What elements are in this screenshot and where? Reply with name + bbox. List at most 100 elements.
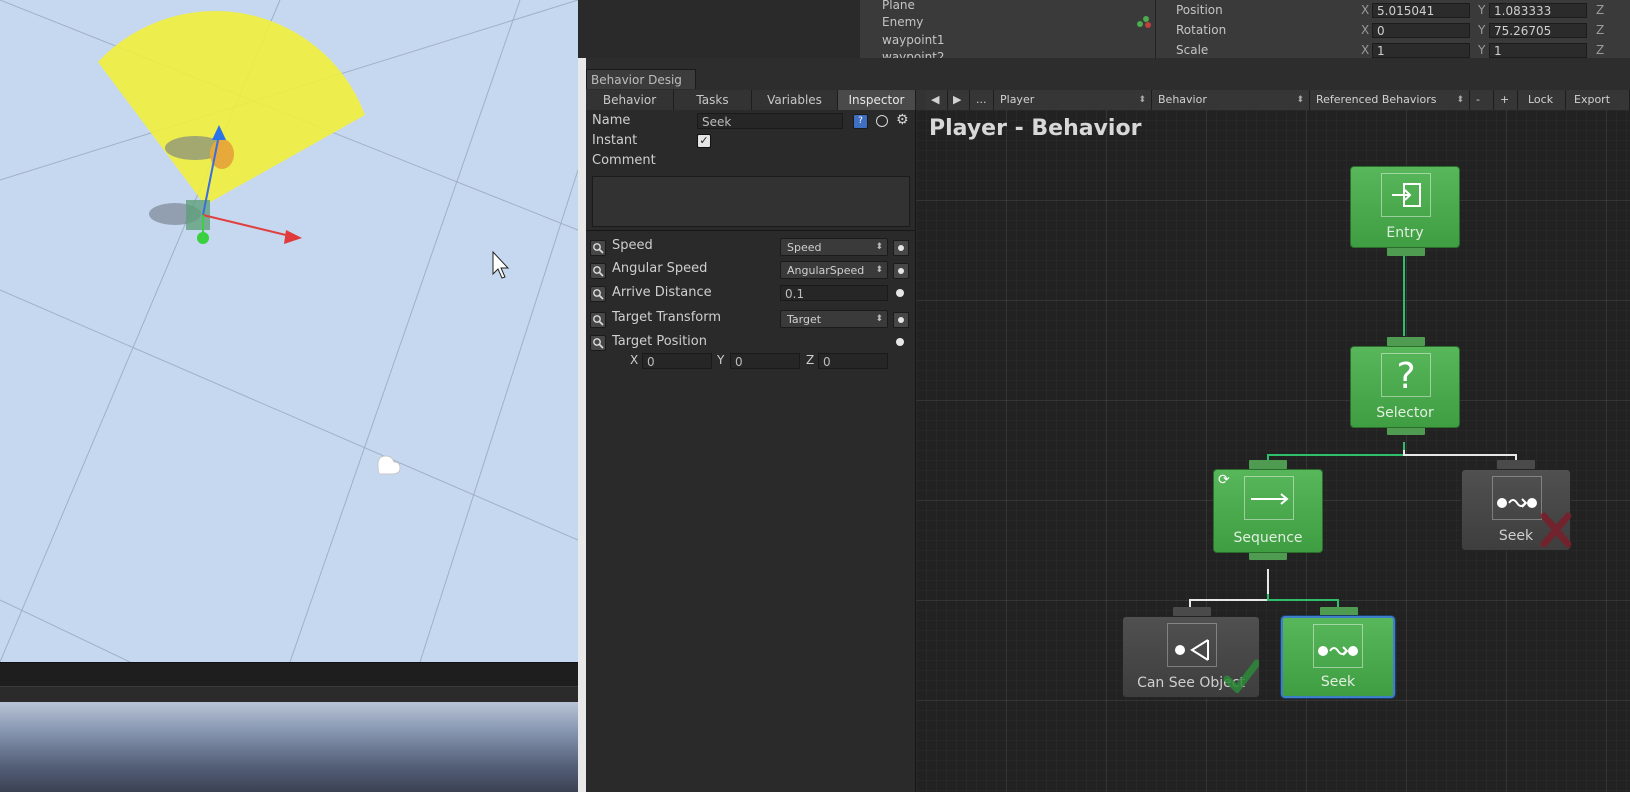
entry-output-port[interactable] — [1387, 247, 1425, 256]
help-icon[interactable]: ? — [853, 114, 868, 129]
rotation-y-field[interactable]: 75.26705 — [1489, 23, 1587, 38]
variable-search-icon[interactable] — [590, 263, 606, 279]
tab-tasks[interactable]: Tasks — [674, 90, 752, 110]
gizmo-y-handle[interactable] — [197, 232, 209, 244]
selector-node[interactable]: ? Selector — [1350, 346, 1460, 428]
position-x-field[interactable]: 5.015041 — [1372, 3, 1470, 18]
axis-z-label: Z — [1596, 3, 1605, 17]
lock-button[interactable]: Lock — [1518, 90, 1566, 110]
position-y-field[interactable]: 1.083333 — [1489, 3, 1587, 18]
success-check-icon — [1223, 659, 1259, 693]
axis-y-label: Y — [1478, 23, 1486, 37]
selector-node-label: Selector — [1376, 405, 1434, 421]
target-position-x-input[interactable]: 0 — [642, 353, 712, 369]
updown-icon: ⬍ — [1138, 95, 1146, 105]
inspector-divider — [586, 230, 916, 231]
scene-view[interactable] — [0, 0, 578, 662]
axis-z-label: Z — [1596, 43, 1605, 57]
angular-speed-shared-toggle[interactable] — [893, 263, 909, 279]
angular-speed-dropdown[interactable]: AngularSpeed ⬍ — [780, 261, 888, 279]
next-button[interactable]: ▶ — [948, 90, 970, 110]
referenced-behaviors-dropdown[interactable]: Referenced Behaviors ⬍ — [1310, 90, 1470, 110]
svg-text:?: ? — [1396, 356, 1415, 396]
speed-value: Speed — [787, 241, 822, 254]
object-dropdown[interactable]: Player ⬍ — [994, 90, 1152, 110]
cursor-icon — [492, 250, 510, 279]
instant-label: Instant — [592, 133, 638, 148]
comment-label: Comment — [592, 153, 656, 168]
object-dropdown-value: Player — [1000, 93, 1035, 106]
speed-shared-toggle[interactable] — [893, 240, 909, 256]
watch-icon[interactable] — [876, 115, 888, 127]
sequence-node[interactable]: ⟳ Sequence — [1213, 469, 1323, 553]
name-label: Name — [592, 113, 631, 128]
task-name-input[interactable]: Seek — [697, 113, 843, 129]
gear-icon[interactable]: ⚙ — [896, 112, 909, 128]
referenced-behaviors-value: Referenced Behaviors — [1316, 93, 1437, 106]
axis-x-label: X — [1361, 23, 1370, 37]
prev-button[interactable]: ◀ — [926, 90, 948, 110]
comment-textarea[interactable] — [592, 176, 910, 227]
more-button[interactable]: ... — [970, 90, 994, 110]
variable-search-icon[interactable] — [590, 335, 606, 351]
hierarchy-item-enemy[interactable]: Enemy — [882, 15, 923, 29]
tab-variables[interactable]: Variables — [752, 90, 838, 110]
angular-speed-value: AngularSpeed — [787, 264, 865, 277]
speed-dropdown[interactable]: Speed ⬍ — [780, 238, 888, 256]
tab-behavior[interactable]: Behavior — [586, 90, 674, 110]
export-button[interactable]: Export — [1566, 90, 1630, 110]
hierarchy-item-waypoint1[interactable]: waypoint1 — [882, 33, 945, 47]
updown-icon: ⬍ — [875, 314, 883, 324]
entry-node-label: Entry — [1386, 225, 1424, 241]
game-view[interactable] — [0, 702, 578, 792]
tab-inspector[interactable]: Inspector — [838, 90, 916, 110]
scale-label: Scale — [1176, 43, 1209, 57]
remove-behavior-button[interactable]: - — [1470, 90, 1494, 110]
scene-viewport[interactable] — [0, 0, 578, 662]
hierarchy-item-plane[interactable]: Plane — [882, 0, 915, 12]
failure-x-icon — [1540, 512, 1572, 548]
axis-z-label: Z — [1596, 23, 1605, 37]
entry-node[interactable]: Entry — [1350, 166, 1460, 248]
seek-right-input-port[interactable] — [1497, 460, 1535, 469]
seek-task-node-selected[interactable]: Seek — [1281, 616, 1395, 698]
axis-x-label: X — [1361, 3, 1370, 17]
seek-icon — [1313, 624, 1363, 668]
rotation-x-field[interactable]: 0 — [1372, 23, 1470, 38]
selector-input-port[interactable] — [1387, 337, 1425, 346]
window-tab[interactable]: Behavior Desig — [586, 69, 696, 89]
target-position-z-label: Z — [806, 353, 815, 367]
speed-label: Speed — [612, 238, 653, 253]
target-position-y-label: Y — [717, 353, 725, 367]
target-position-label: Target Position — [612, 334, 707, 349]
hierarchy-panel[interactable]: Plane Enemy waypoint1 waypoint2 — [860, 0, 1156, 60]
scale-x-field[interactable]: 1 — [1372, 43, 1470, 58]
hand-icon — [377, 455, 401, 475]
can-see-object-node[interactable]: Can See Object — [1122, 616, 1260, 698]
variable-search-icon[interactable] — [590, 312, 606, 328]
variable-search-icon[interactable] — [590, 286, 606, 302]
target-position-z-input[interactable]: 0 — [818, 353, 888, 369]
target-position-y-input[interactable]: 0 — [730, 353, 800, 369]
entry-icon — [1381, 173, 1431, 217]
behavior-dropdown-value: Behavior — [1158, 93, 1207, 106]
target-position-dot[interactable] — [896, 338, 904, 346]
target-transform-shared-toggle[interactable] — [893, 312, 909, 328]
can-see-object-input-port[interactable] — [1173, 607, 1211, 616]
target-transform-dropdown[interactable]: Target ⬍ — [780, 310, 888, 328]
seek-task-node-failed[interactable]: Seek — [1461, 469, 1572, 551]
add-behavior-button[interactable]: + — [1494, 90, 1518, 110]
instant-checkbox[interactable]: ✓ — [697, 134, 711, 148]
target-position-x-label: X — [630, 353, 639, 367]
repeat-icon: ⟳ — [1218, 472, 1230, 488]
behavior-dropdown[interactable]: Behavior ⬍ — [1152, 90, 1310, 110]
variable-search-icon[interactable] — [590, 240, 606, 256]
gizmo-x-arrow[interactable] — [284, 230, 302, 244]
sequence-input-port[interactable] — [1249, 460, 1287, 469]
arrive-distance-dot[interactable] — [896, 289, 904, 297]
updown-icon: ⬍ — [875, 242, 883, 252]
seek-selected-input-port[interactable] — [1320, 607, 1358, 616]
seek-icon — [1492, 476, 1542, 520]
arrive-distance-input[interactable]: 0.1 — [780, 285, 888, 301]
scale-y-field[interactable]: 1 — [1489, 43, 1587, 58]
